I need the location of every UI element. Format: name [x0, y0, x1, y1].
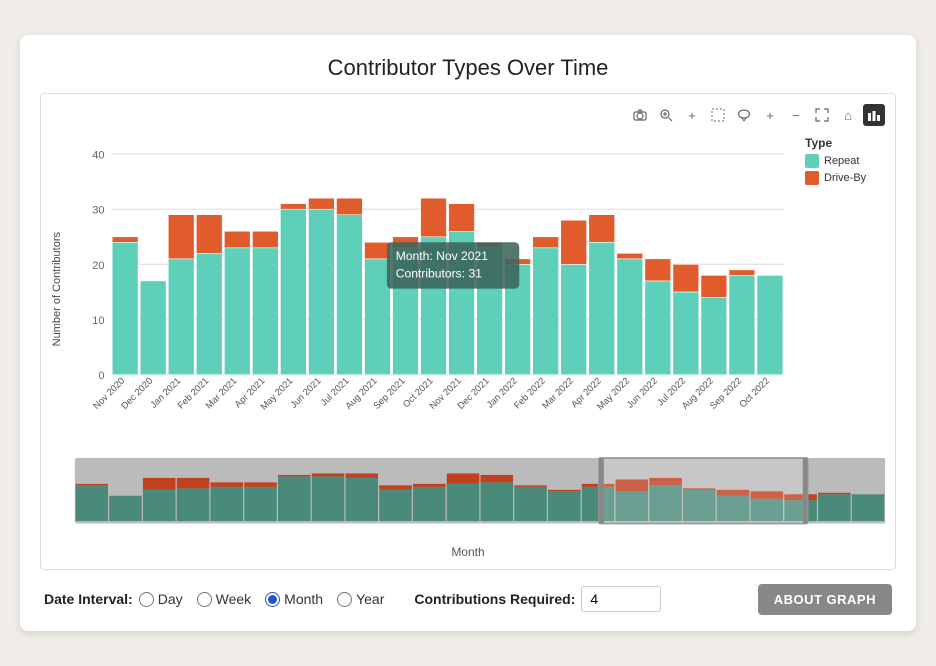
radio-day-input[interactable] — [139, 592, 154, 607]
svg-text:Oct 2022: Oct 2022 — [737, 376, 771, 410]
plus2-icon[interactable]: + — [759, 104, 781, 126]
date-interval-label: Date Interval: — [44, 591, 133, 607]
driveby-swatch — [805, 171, 819, 185]
contributions-input[interactable] — [581, 586, 661, 612]
contributions-label: Contributions Required: — [414, 591, 575, 607]
plus-icon[interactable]: + — [681, 104, 703, 126]
radio-week[interactable]: Week — [197, 591, 252, 607]
overview-wrap: Month — [51, 452, 885, 558]
legend: Type Repeat Drive-By — [795, 132, 885, 188]
svg-text:20: 20 — [92, 260, 104, 272]
driveby-label: Drive-By — [824, 172, 866, 184]
home-icon[interactable]: ⌂ — [837, 104, 859, 126]
bar-chart-svg: 40 30 20 10 0 Nov 2020Dec 2020Jan 2021Fe… — [67, 132, 795, 441]
contributions-group: Contributions Required: — [414, 586, 661, 612]
legend-title: Type — [805, 136, 885, 150]
repeat-label: Repeat — [824, 155, 859, 167]
legend-repeat: Repeat — [805, 154, 885, 168]
radio-month-input[interactable] — [265, 592, 280, 607]
radio-month[interactable]: Month — [265, 591, 323, 607]
svg-text:30: 30 — [92, 205, 104, 217]
chart-area: + + − ⌂ Number of Contributors — [40, 93, 896, 569]
radio-week-input[interactable] — [197, 592, 212, 607]
y-axis-label: Number of Contributors — [51, 232, 63, 346]
legend-driveby: Drive-By — [805, 171, 885, 185]
minus-icon[interactable]: − — [785, 104, 807, 126]
radio-year[interactable]: Year — [337, 591, 384, 607]
overview-svg — [51, 452, 885, 535]
expand-icon[interactable] — [811, 104, 833, 126]
page-title: Contributor Types Over Time — [40, 55, 896, 81]
toolbar: + + − ⌂ — [51, 104, 885, 126]
bar-chart-container: 40 30 20 10 0 Nov 2020Dec 2020Jan 2021Fe… — [67, 132, 795, 446]
svg-text:0: 0 — [98, 370, 104, 382]
date-interval-group: Date Interval: Day Week Month Year — [44, 591, 384, 607]
radio-week-label: Week — [216, 591, 252, 607]
zoom-icon[interactable] — [655, 104, 677, 126]
svg-text:Jun 2021: Jun 2021 — [288, 376, 322, 410]
camera-icon[interactable] — [629, 104, 651, 126]
repeat-swatch — [805, 154, 819, 168]
chart-and-legend: 40 30 20 10 0 Nov 2020Dec 2020Jan 2021Fe… — [67, 132, 885, 446]
main-card: Contributor Types Over Time + + − ⌂ — [20, 35, 916, 630]
bar-chart-icon[interactable] — [863, 104, 885, 126]
select-icon[interactable] — [707, 104, 729, 126]
radio-day-label: Day — [158, 591, 183, 607]
svg-text:Month: Nov 2021: Month: Nov 2021 — [396, 249, 489, 263]
main-chart: Number of Contributors 40 30 20 1 — [51, 132, 885, 446]
overview-label: Month — [51, 545, 885, 559]
radio-year-input[interactable] — [337, 592, 352, 607]
svg-text:Jun 2022: Jun 2022 — [625, 376, 659, 410]
svg-text:Contributors: 31: Contributors: 31 — [396, 267, 483, 281]
svg-text:10: 10 — [92, 315, 104, 327]
svg-text:40: 40 — [92, 150, 104, 162]
svg-text:Mar 2022: Mar 2022 — [540, 376, 575, 411]
radio-month-label: Month — [284, 591, 323, 607]
speech-icon[interactable] — [733, 104, 755, 126]
radio-day[interactable]: Day — [139, 591, 183, 607]
controls: Date Interval: Day Week Month Year — [40, 584, 896, 615]
radio-year-label: Year — [356, 591, 384, 607]
svg-text:Mar 2021: Mar 2021 — [204, 376, 239, 411]
about-graph-button[interactable]: ABOUT GRAPH — [758, 584, 892, 615]
date-interval-radios: Day Week Month Year — [139, 591, 385, 607]
